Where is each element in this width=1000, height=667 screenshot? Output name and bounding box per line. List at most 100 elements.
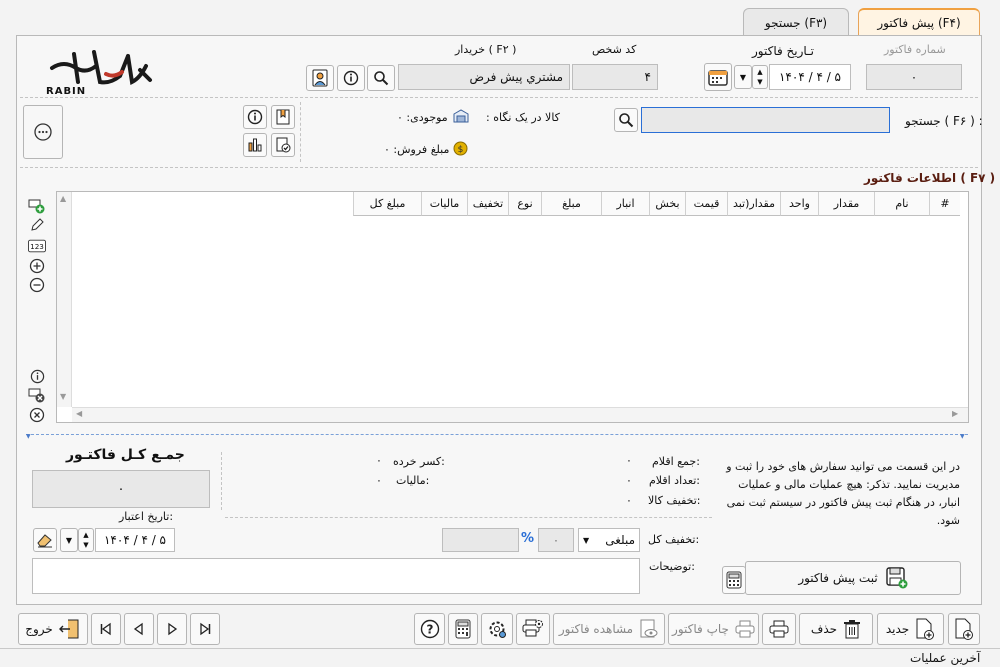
col-header-unit[interactable]: واحد xyxy=(780,192,818,216)
new-document-button[interactable] xyxy=(948,613,980,645)
calendar-button[interactable] xyxy=(704,63,732,91)
discount-percent-field[interactable]: ۰ xyxy=(538,528,574,552)
discount-amount-field[interactable] xyxy=(442,528,519,552)
more-options-button[interactable] xyxy=(23,105,63,159)
col-header-amount[interactable]: مبلغ xyxy=(541,192,601,216)
col-header-total[interactable]: مبلغ کل xyxy=(353,192,421,216)
rounding-label: کسر خرده: xyxy=(393,455,445,468)
grid-vertical-scrollbar[interactable]: ▲ ▼ xyxy=(57,192,72,407)
search-label: جستجو ( F۶ ) : xyxy=(905,114,983,128)
printer-icon xyxy=(769,620,789,638)
tax-label: مالیات: xyxy=(396,474,430,487)
numbers-123-icon: 123 xyxy=(28,239,46,253)
col-header-quantity[interactable]: مقدار xyxy=(818,192,874,216)
col-header-tax[interactable]: مالیات xyxy=(421,192,467,216)
discount-type-select[interactable]: ▼ مبلغی xyxy=(578,528,640,552)
print-settings-button[interactable] xyxy=(516,613,550,645)
clear-validity-button[interactable] xyxy=(33,528,57,552)
invoice-items-grid[interactable]: # نام مقدار واحد مقدار(تبد قیمت بخش انبا… xyxy=(56,191,969,423)
help-button[interactable]: ? xyxy=(414,613,445,645)
scroll-up-arrow[interactable]: ▲ xyxy=(60,194,66,203)
bookmark-button[interactable] xyxy=(271,105,295,129)
notes-label: توضیحات: xyxy=(649,560,695,573)
clear-rows-button[interactable] xyxy=(28,406,46,424)
quick-print-button[interactable] xyxy=(762,613,796,645)
calculator-icon xyxy=(455,619,471,639)
col-header-name[interactable]: نام xyxy=(874,192,929,216)
quantity-button[interactable]: 123 xyxy=(28,237,46,255)
invoice-date-label: تـاریخ فاکتور xyxy=(752,44,814,58)
search-input[interactable] xyxy=(641,107,890,133)
buyer-field[interactable]: مشتري پيش فرض xyxy=(398,64,570,90)
col-header-discount[interactable]: تخفیف xyxy=(467,192,508,216)
buyer-profile-button[interactable] xyxy=(306,65,334,91)
previous-record-button[interactable] xyxy=(124,613,154,645)
increase-button[interactable] xyxy=(28,257,46,275)
bar-chart-icon xyxy=(248,138,262,152)
delete-button[interactable]: حذف xyxy=(799,613,873,645)
exit-button[interactable]: خروج xyxy=(18,613,88,645)
validity-dropdown[interactable]: ▼ xyxy=(60,528,78,552)
date-spinner[interactable]: ▲ ▼ xyxy=(752,65,768,89)
col-header-section[interactable]: بخش xyxy=(649,192,685,216)
percent-sign: % xyxy=(521,531,535,546)
calculator-icon xyxy=(726,571,742,589)
validity-date-field[interactable]: ۱۴۰۴ / ۴ / ۵ xyxy=(95,528,175,552)
search-bottom-divider xyxy=(20,167,978,168)
verify-button[interactable] xyxy=(271,133,295,157)
person-code-field[interactable]: ۴ xyxy=(572,64,658,90)
scroll-left-arrow[interactable]: ◀ xyxy=(76,409,82,418)
col-header-index[interactable]: # xyxy=(929,192,960,216)
settings-button[interactable] xyxy=(481,613,513,645)
search-icon xyxy=(374,71,389,86)
delete-row-icon xyxy=(28,388,45,403)
col-header-converted-qty[interactable]: مقدار(تبد xyxy=(727,192,780,216)
calculator-small-button[interactable] xyxy=(722,566,746,594)
search-divider xyxy=(300,102,301,162)
items-count-value: ۰ xyxy=(626,474,632,487)
grid-horizontal-scrollbar[interactable]: ◀ ▶ xyxy=(72,407,968,422)
scroll-down-arrow[interactable]: ▼ xyxy=(60,392,66,401)
items-count-label: تعداد اقلام: xyxy=(649,474,701,487)
validity-spinner[interactable]: ▲ ▼ xyxy=(78,528,94,552)
next-record-button[interactable] xyxy=(157,613,187,645)
date-dropdown[interactable]: ▼ xyxy=(734,65,752,89)
view-invoice-button[interactable]: مشاهده فاکتور xyxy=(553,613,665,645)
rounding-value: ۰ xyxy=(376,454,382,467)
invoice-number-field[interactable]: ۰ xyxy=(866,64,962,90)
scroll-right-arrow[interactable]: ▶ xyxy=(952,409,958,418)
notes-textarea[interactable] xyxy=(32,558,640,594)
col-header-warehouse[interactable]: انبار xyxy=(601,192,649,216)
printer-settings-icon xyxy=(522,619,543,637)
product-info-button[interactable] xyxy=(243,105,267,129)
buyer-label: خریدار ( F۲ ) xyxy=(455,43,517,56)
row-info-button[interactable] xyxy=(28,367,46,385)
tab-label: پیش فاکتور (F۴) xyxy=(877,16,961,30)
first-record-button[interactable] xyxy=(91,613,121,645)
last-record-button[interactable] xyxy=(190,613,220,645)
tab-pre-invoice[interactable]: پیش فاکتور (F۴) xyxy=(858,8,980,36)
tab-search[interactable]: جستجو (F۳) xyxy=(743,8,849,36)
buyer-search-button[interactable] xyxy=(367,65,395,91)
print-invoice-button[interactable]: چاپ فاکتور xyxy=(668,613,759,645)
exit-door-icon xyxy=(58,619,79,639)
edit-row-button[interactable] xyxy=(28,216,46,234)
delete-row-button[interactable] xyxy=(28,386,46,404)
search-icon xyxy=(619,113,634,128)
invoice-date-field[interactable]: ۱۴۰۴ / ۴ / ۵ xyxy=(769,64,851,90)
calculator-button[interactable] xyxy=(448,613,478,645)
add-row-button[interactable] xyxy=(28,197,46,215)
decrease-button[interactable] xyxy=(28,276,46,294)
panel-splitter[interactable]: ▼ ▼ xyxy=(26,433,968,440)
eraser-icon xyxy=(37,534,52,548)
svg-text:$: $ xyxy=(458,145,464,155)
buyer-info-button[interactable] xyxy=(337,65,365,91)
eye-document-icon xyxy=(640,619,658,638)
register-pre-invoice-button[interactable]: ثبت پیش فاکتور xyxy=(745,561,961,595)
search-button[interactable] xyxy=(614,108,638,132)
new-button[interactable]: جدید xyxy=(877,613,944,645)
stock-chart-button[interactable] xyxy=(243,133,267,157)
col-header-price[interactable]: قیمت xyxy=(685,192,727,216)
col-header-type[interactable]: نوع xyxy=(508,192,541,216)
minus-circle-icon xyxy=(29,277,45,293)
